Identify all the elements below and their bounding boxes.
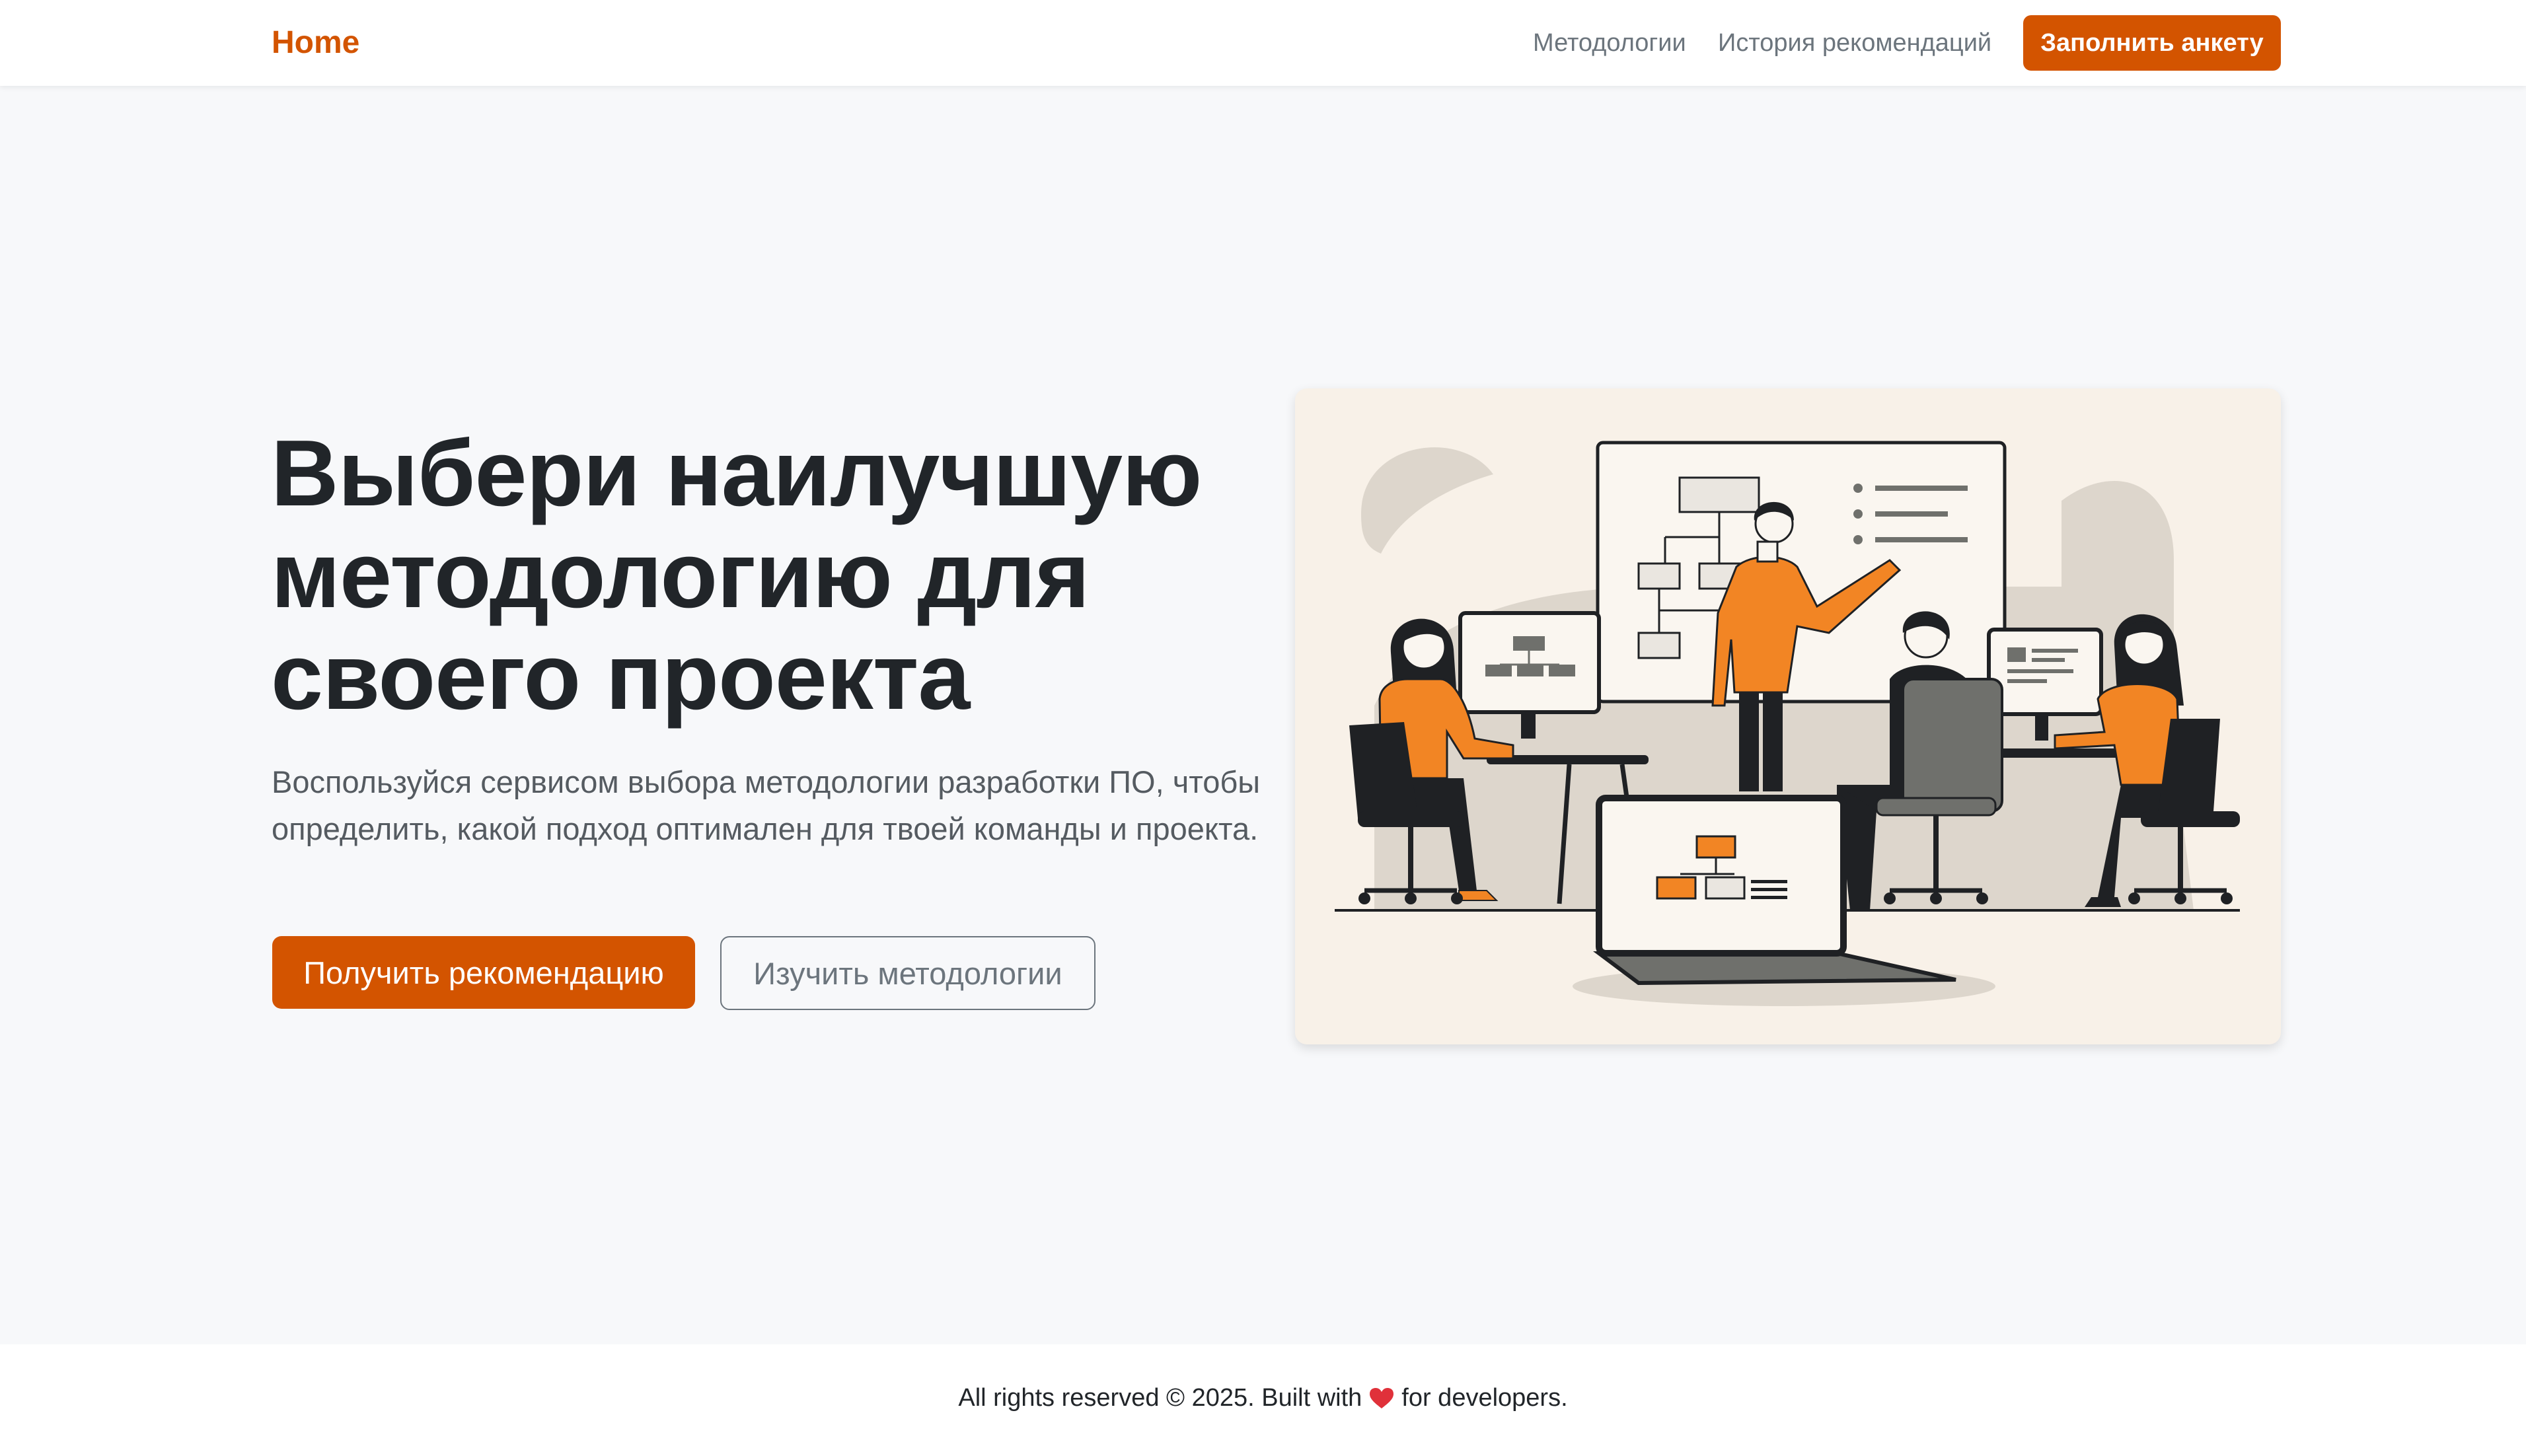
footer-text: All rights reserved © 2025. Built with fo… bbox=[0, 1381, 2526, 1414]
heart-icon bbox=[1368, 1381, 1395, 1414]
brand-home-link[interactable]: Home bbox=[272, 24, 359, 62]
fill-survey-button[interactable]: Заполнить анкету bbox=[2023, 15, 2281, 71]
footer: All rights reserved © 2025. Built with fo… bbox=[0, 1344, 2526, 1456]
get-recommendation-button[interactable]: Получить рекомендацию bbox=[272, 936, 695, 1009]
explore-methodologies-button[interactable]: Изучить методологии bbox=[720, 936, 1096, 1010]
footer-text-after: for developers. bbox=[1401, 1384, 1568, 1412]
footer-text-before: All rights reserved © 2025. Built with bbox=[958, 1384, 1362, 1412]
hero-title: Выбери наилучшую методологию для своего … bbox=[271, 421, 1202, 729]
navbar: Home Методологии История рекомендаций За… bbox=[0, 0, 2526, 86]
hero-illustration bbox=[1295, 388, 2281, 1044]
nav-link-recommendation-history[interactable]: История рекомендаций bbox=[1718, 26, 1991, 59]
nav-link-methodologies[interactable]: Методологии bbox=[1533, 26, 1686, 59]
hero-subtitle: Воспользуйся сервисом выбора методологии… bbox=[272, 764, 1261, 846]
